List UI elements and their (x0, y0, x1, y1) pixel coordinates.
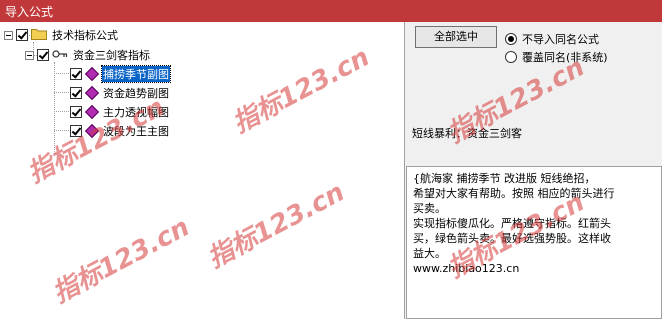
tree-item-label: 主力透视幅图 (103, 106, 169, 119)
select-all-button[interactable]: 全部选中 (415, 26, 497, 48)
radio-skip-duplicates[interactable]: 不导入同名公式 (505, 31, 599, 47)
description-line: 买，绿色箭头卖。最好选强势股。这样收 (413, 232, 611, 245)
item-checkbox[interactable] (70, 68, 82, 80)
indicator-diamond-icon (84, 104, 100, 120)
item-checkbox[interactable] (70, 87, 82, 99)
root-checkbox[interactable] (16, 29, 28, 41)
tree-node-root[interactable]: 技术指标公式 (4, 27, 119, 43)
radio-button[interactable] (505, 33, 517, 45)
indicator-diamond-icon (84, 66, 100, 82)
key-icon (52, 49, 68, 62)
radio-label: 覆盖同名(非系统) (522, 51, 608, 64)
description-line: 益大。 (413, 247, 446, 260)
group-checkbox[interactable] (37, 49, 49, 61)
tree-node-group[interactable]: 资金三剑客指标 (25, 47, 151, 63)
description-line: {航海家 捕捞季节 改进版 短线绝招， (413, 172, 596, 185)
formula-tree[interactable]: 技术指标公式 资金三剑客指标 捕捞季节副图 资金趋势副图 主力透视幅图 波段为王… (0, 22, 405, 319)
tree-item[interactable]: 主力透视幅图 (70, 104, 170, 120)
indicator-diamond-icon (84, 85, 100, 101)
tree-item[interactable]: 资金趋势副图 (70, 85, 170, 101)
tree-node-label: 资金三剑客指标 (73, 49, 150, 62)
collapse-toggle[interactable] (4, 30, 13, 40)
tree-item[interactable]: 捕捞季节副图 (70, 65, 171, 83)
tree-node-label: 技术指标公式 (52, 29, 118, 42)
description-box[interactable]: {航海家 捕捞季节 改进版 短线绝招， 希望对大家有帮助。按照 相应的箭头进行 … (406, 166, 662, 319)
description-line: 实现指标傻瓜化。严格遵守指标。红箭头 (413, 217, 611, 230)
folder-icon (31, 27, 47, 43)
radio-label: 不导入同名公式 (522, 33, 599, 46)
item-checkbox[interactable] (70, 125, 82, 137)
radio-overwrite[interactable]: 覆盖同名(非系统) (505, 49, 608, 65)
description-line: 希望对大家有帮助。按照 相应的箭头进行 (413, 187, 615, 200)
window-title: 导入公式 (5, 5, 54, 19)
tree-item-label: 资金趋势副图 (103, 87, 169, 100)
radio-button[interactable] (505, 51, 517, 63)
description-line: 买卖。 (413, 202, 446, 215)
tree-item-label: 捕捞季节副图 (101, 65, 171, 83)
collapse-toggle[interactable] (25, 50, 34, 60)
indicator-diamond-icon (84, 123, 100, 139)
window-title-bar[interactable]: 导入公式 (0, 0, 662, 22)
item-checkbox[interactable] (70, 106, 82, 118)
tree-item-label: 波段为王主图 (103, 125, 169, 138)
tree-item[interactable]: 波段为王主图 (70, 123, 170, 139)
formula-info: 短线暴利：资金三剑客 (412, 127, 522, 140)
description-line: www.zhibiao123.cn (413, 262, 520, 275)
